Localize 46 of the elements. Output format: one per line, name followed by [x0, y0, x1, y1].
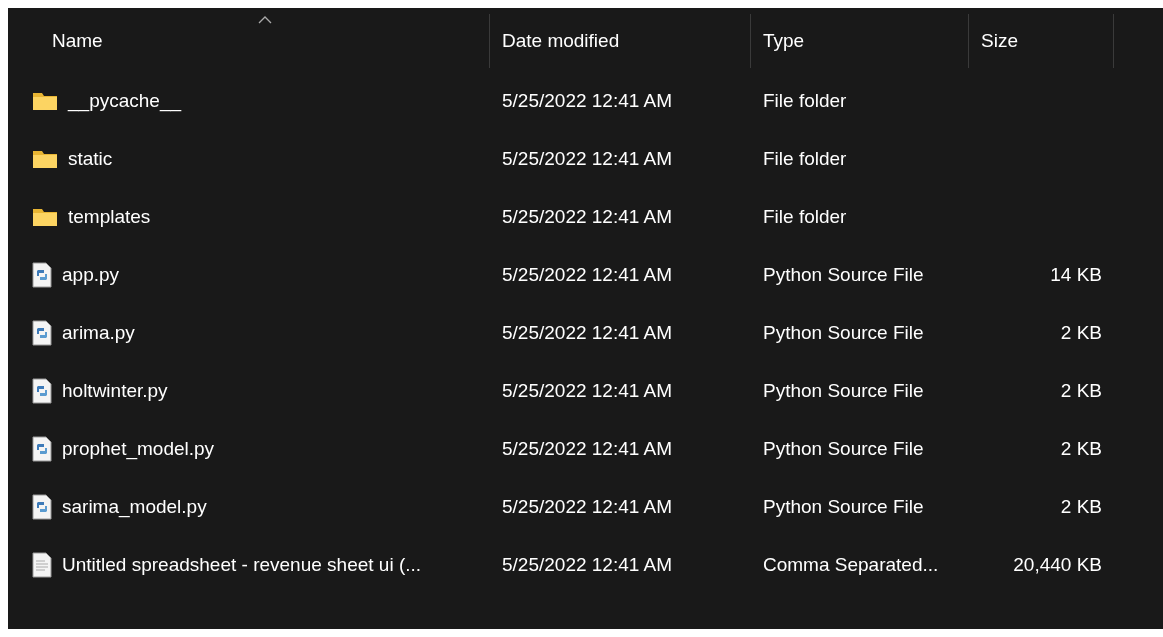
file-date: 5/25/2022 12:41 AM — [502, 264, 673, 286]
file-type: Python Source File — [763, 322, 924, 344]
file-name[interactable]: sarima_model.py — [62, 496, 207, 518]
column-header[interactable]: Size — [981, 30, 1018, 52]
column-header[interactable]: Date modified — [502, 30, 620, 52]
python-file-icon — [32, 262, 52, 288]
file-date: 5/25/2022 12:41 AM — [502, 554, 673, 576]
file-name[interactable]: static — [68, 148, 113, 170]
python-file-icon — [32, 378, 52, 404]
file-type: Comma Separated... — [763, 554, 939, 576]
file-type: Python Source File — [763, 496, 924, 518]
file-type: File folder — [763, 90, 847, 112]
python-file-icon — [32, 320, 52, 346]
file-size: 20,440 KB — [1013, 554, 1102, 576]
column-header[interactable]: Type — [763, 30, 805, 52]
file-date: 5/25/2022 12:41 AM — [502, 380, 673, 402]
file-date: 5/25/2022 12:41 AM — [502, 496, 673, 518]
file-name[interactable]: app.py — [62, 264, 120, 286]
file-type: Python Source File — [763, 438, 924, 460]
file-date: 5/25/2022 12:41 AM — [502, 90, 673, 112]
column-header[interactable]: Name — [52, 30, 103, 52]
file-type: File folder — [763, 148, 847, 170]
folder-icon — [32, 91, 58, 111]
text-file-icon — [32, 552, 52, 578]
file-size: 2 KB — [1060, 380, 1102, 402]
file-name[interactable]: arima.py — [62, 322, 135, 344]
file-name[interactable]: Untitled spreadsheet - revenue sheet ui (... — [62, 554, 422, 576]
file-type: Python Source File — [763, 264, 924, 286]
file-size: 2 KB — [1060, 438, 1102, 460]
file-name[interactable]: holtwinter.py — [62, 380, 168, 402]
file-date: 5/25/2022 12:41 AM — [502, 438, 673, 460]
file-date: 5/25/2022 12:41 AM — [502, 206, 673, 228]
file-name[interactable]: __pycache__ — [68, 90, 182, 112]
file-size: 2 KB — [1060, 496, 1102, 518]
folder-icon — [32, 207, 58, 227]
python-file-icon — [32, 494, 52, 520]
folder-icon — [32, 149, 58, 169]
file-date: 5/25/2022 12:41 AM — [502, 322, 673, 344]
python-file-icon — [32, 436, 52, 462]
file-name[interactable]: templates — [68, 206, 151, 228]
file-type: Python Source File — [763, 380, 924, 402]
file-type: File folder — [763, 206, 847, 228]
file-size: 2 KB — [1060, 322, 1102, 344]
file-name[interactable]: prophet_model.py — [62, 438, 215, 460]
file-size: 14 KB — [1050, 264, 1102, 286]
file-date: 5/25/2022 12:41 AM — [502, 148, 673, 170]
